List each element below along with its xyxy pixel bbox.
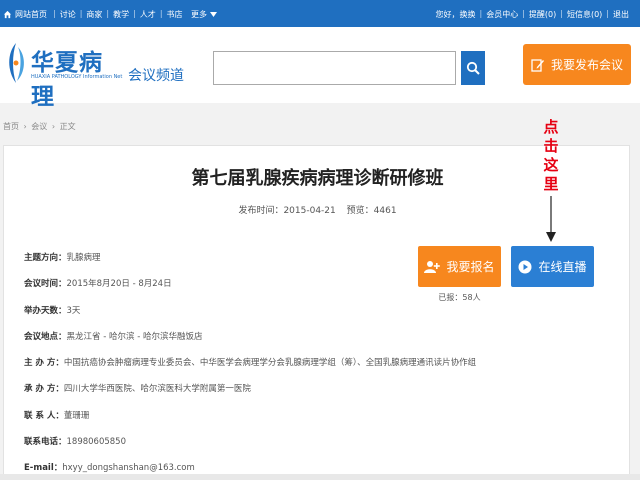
live-stream-button[interactable]: 在线直播 xyxy=(511,246,594,287)
logout-link[interactable]: 退出 xyxy=(610,9,632,20)
play-circle-icon xyxy=(518,260,532,273)
more-menu-label: 更多 xyxy=(191,10,207,19)
info-label: 承 办 方： xyxy=(24,384,64,395)
site-logo[interactable]: 华夏病理 HUAXIA PATHOLOGY Information Net xyxy=(3,41,123,110)
info-value: 3天 xyxy=(66,305,81,316)
home-link-label: 网站首页 xyxy=(15,10,47,19)
info-value: 四川大学华西医院、哈尔滨医科大学附属第一医院 xyxy=(63,384,251,395)
topnav-link-talent[interactable]: 人才 xyxy=(137,9,159,20)
status-strip xyxy=(0,474,640,480)
info-value: 黑龙江省 - 哈尔滨 - 哈尔滨华融饭店 xyxy=(66,331,203,342)
topnav-links: | 讨论 | 商家 | 教学 | 人才 | 书店 xyxy=(52,9,186,20)
info-row-days: 举办天数：3天 xyxy=(24,304,476,330)
info-label: E-mail： xyxy=(24,463,63,474)
channel-name: 会议频道 xyxy=(128,68,184,84)
topnav-link-discuss[interactable]: 讨论 xyxy=(57,9,79,20)
top-navbar: 网站首页 | 讨论 | 商家 | 教学 | 人才 | 书店 更多 您好，换换 |… xyxy=(0,0,640,27)
breadcrumb-home[interactable]: 首页 xyxy=(3,122,19,131)
breadcrumb-separator: › xyxy=(51,122,56,131)
edit-icon xyxy=(531,58,544,72)
search-icon xyxy=(466,61,480,75)
info-row-organizer: 主 办 方：中国抗癌协会肿瘤病理专业委员会、中华医学会病理学分会乳腺病理学组（筹… xyxy=(24,356,476,382)
article-meta: 发布时间：2015-04-21 预览：4461 xyxy=(4,203,631,216)
topnav-link-vendors[interactable]: 商家 xyxy=(83,9,105,20)
publish-meeting-button[interactable]: 我要发布会议 xyxy=(523,44,631,85)
search-input[interactable] xyxy=(213,51,456,85)
info-label: 主题方向： xyxy=(24,253,67,263)
meeting-info-list: 主题方向：乳腺病理 会议时间：2015年8月20日 - 8月24日 举办天数：3… xyxy=(24,251,476,480)
home-link[interactable]: 网站首页 xyxy=(3,9,47,20)
annotation-text: 点击这里 xyxy=(543,118,559,193)
reminders-link[interactable]: 提醒(0) xyxy=(526,9,559,20)
messages-link[interactable]: 短信息(0) xyxy=(564,9,605,20)
home-icon xyxy=(3,10,12,19)
search-button[interactable] xyxy=(461,51,485,85)
info-row-topic: 主题方向：乳腺病理 xyxy=(24,251,476,277)
info-row-phone: 联系电话：18980605850 xyxy=(24,435,476,461)
info-label: 举办天数： xyxy=(24,305,67,316)
breadcrumb-separator: › xyxy=(23,122,27,131)
more-menu[interactable]: 更多 xyxy=(191,9,217,20)
info-label: 主 办 方： xyxy=(24,358,64,369)
signup-label: 我要报名 xyxy=(446,260,495,274)
info-row-contact: 联 系 人：董珊珊 xyxy=(24,409,476,435)
site-header: 华夏病理 HUAXIA PATHOLOGY Information Net 会议… xyxy=(0,27,640,110)
publish-time: 发布时间：2015-04-21 xyxy=(238,206,336,216)
info-row-time: 会议时间：2015年8月20日 - 8月24日 xyxy=(24,277,476,303)
publish-meeting-label: 我要发布会议 xyxy=(550,58,623,72)
info-value[interactable]: hxyy_dongshanshan@163.com xyxy=(62,463,195,473)
info-value: 中国抗癌协会肿瘤病理专业委员会、中华医学会病理学分会乳腺病理学组（筹）、全国乳腺… xyxy=(63,358,477,369)
signup-button[interactable]: 我要报名 xyxy=(418,246,501,287)
info-value: 18980605850 xyxy=(66,437,127,448)
topnav-link-bookstore[interactable]: 书店 xyxy=(164,9,186,20)
info-value: 2015年8月20日 - 8月24日 xyxy=(66,279,172,290)
info-value: 乳腺病理 xyxy=(66,253,101,263)
info-label: 会议时间： xyxy=(24,279,67,290)
live-stream-label: 在线直播 xyxy=(538,260,587,274)
breadcrumb: 首页 › 会议 › 正文 xyxy=(3,121,78,132)
caret-down-icon xyxy=(210,12,217,17)
page-title: 第七届乳腺疾病病理诊断研修班 xyxy=(191,168,444,189)
breadcrumb-meetings[interactable]: 会议 xyxy=(31,122,47,131)
info-row-host: 承 办 方：四川大学华西医院、哈尔滨医科大学附属第一医院 xyxy=(24,382,476,408)
info-value: 董珊珊 xyxy=(63,410,90,421)
article-card: 第七届乳腺疾病病理诊断研修班 发布时间：2015-04-21 预览：4461 主… xyxy=(3,145,630,480)
info-label: 会议地点： xyxy=(24,331,67,342)
logo-subtitle: HUAXIA PATHOLOGY Information Net xyxy=(31,74,123,80)
add-user-icon xyxy=(424,260,441,273)
greeting-link[interactable]: 您好，换换 xyxy=(433,9,479,20)
info-label: 联 系 人： xyxy=(24,410,64,421)
registered-count: 已报：58人 xyxy=(438,293,481,302)
breadcrumb-current: 正文 xyxy=(59,122,76,131)
view-count: 预览：4461 xyxy=(346,206,397,216)
info-row-location: 会议地点：黑龙江省 - 哈尔滨 - 哈尔滨华融饭店 xyxy=(24,330,476,356)
info-label: 联系电话： xyxy=(24,437,67,448)
logo-emblem-icon xyxy=(9,43,24,83)
member-center-link[interactable]: 会员中心 xyxy=(483,9,521,20)
annotation-arrow-icon xyxy=(546,196,556,242)
user-links: 您好，换换 | 会员中心 | 提醒(0) | 短信息(0) | 退出 xyxy=(433,9,633,20)
topnav-link-teaching[interactable]: 教学 xyxy=(110,9,132,20)
